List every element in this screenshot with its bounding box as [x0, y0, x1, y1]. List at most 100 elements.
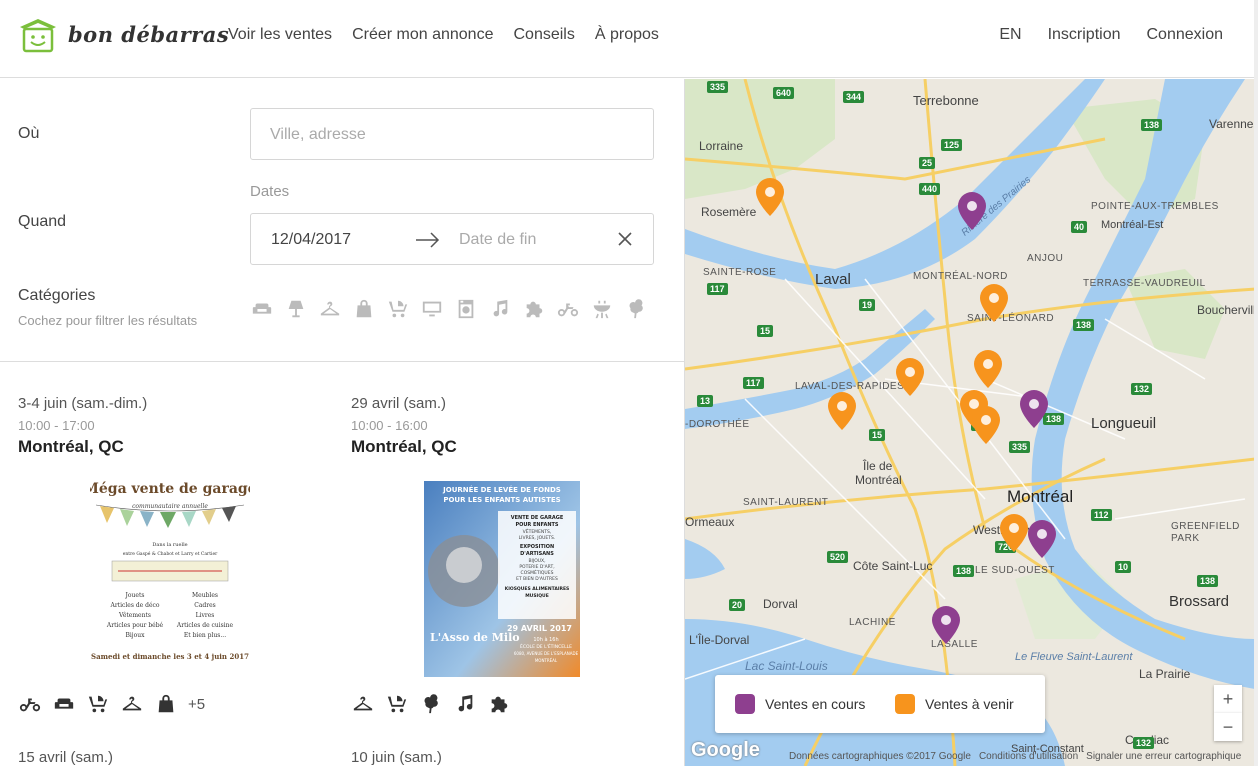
music-note-icon[interactable]: [488, 297, 512, 321]
legend-swatch-upcoming: [895, 694, 915, 714]
sofa-icon[interactable]: [250, 297, 274, 321]
poster-col1-1: Articles de déco: [109, 602, 159, 609]
brand-name[interactable]: bon débarras: [68, 22, 229, 47]
nav-conseils[interactable]: Conseils: [513, 26, 574, 44]
map-pin-current[interactable]: [957, 191, 987, 231]
map-label: Lac Saint-Louis: [745, 659, 828, 673]
listing-poster-image[interactable]: Méga vente de garage communautaire annue…: [90, 475, 250, 671]
listing-city[interactable]: Montréal, QC: [351, 437, 671, 457]
route-shield: 20: [729, 599, 746, 611]
poster-col2-1: Cadres: [194, 602, 216, 609]
poster-title: Méga vente de garage: [90, 481, 250, 497]
route-shield: 138: [1073, 319, 1095, 331]
listing-date: 29 avril (sam.): [351, 395, 447, 412]
route-shield: 13: [697, 395, 714, 407]
account-nav: EN Inscription Connexion: [999, 26, 1223, 44]
attribution-report[interactable]: Signaler une erreur cartographique: [1086, 751, 1241, 762]
map[interactable]: Terrebonne Lorraine Rosemère Laval SAINT…: [684, 79, 1254, 766]
nav-connexion[interactable]: Connexion: [1147, 26, 1224, 44]
poster-hours: 10h à 16h: [533, 636, 558, 643]
end-date-placeholder[interactable]: Date de fin: [459, 231, 536, 249]
nav-language[interactable]: EN: [999, 26, 1021, 44]
monitor-icon[interactable]: [420, 297, 444, 321]
map-label: Longueuil: [1091, 415, 1157, 432]
attribution-terms[interactable]: Conditions d'utilisation: [979, 751, 1078, 762]
nav-creer-annonce[interactable]: Créer mon annonce: [352, 26, 493, 44]
poster-col1-4: Bijoux: [125, 632, 145, 639]
map-label: Montréal-Est: [1101, 219, 1164, 231]
bbq-icon[interactable]: [590, 297, 614, 321]
route-shield: 335: [707, 81, 729, 93]
logo-icon[interactable]: [18, 17, 58, 53]
map-pin-upcoming[interactable]: [973, 349, 1003, 389]
map-pin-upcoming[interactable]: [979, 283, 1009, 323]
map-label: Boucherville: [1197, 303, 1254, 317]
route-shield: 117: [743, 377, 764, 389]
hanger-icon: [122, 696, 142, 711]
map-label: La Prairie: [1139, 667, 1191, 681]
map-label: MONTRÉAL-NORD: [913, 271, 1008, 282]
zoom-out-button[interactable]: −: [1214, 713, 1242, 741]
map-label: GREENFIELD: [1171, 521, 1240, 532]
poster-head2: POUR LES ENFANTS AUTISTES: [443, 496, 560, 504]
map-label: Côte Saint-Luc: [853, 559, 933, 573]
clover-icon[interactable]: [624, 297, 648, 321]
bicycle-icon[interactable]: [556, 297, 580, 321]
music-note-icon: [458, 694, 473, 712]
scrollbar[interactable]: [1254, 0, 1258, 766]
puzzle-icon[interactable]: [522, 297, 546, 321]
route-shield: 117: [707, 283, 728, 295]
map-label: Varennes: [1209, 117, 1254, 131]
stroller-icon: [387, 695, 407, 713]
dates-label: Dates: [250, 183, 290, 200]
where-placeholder: Ville, adresse: [270, 126, 366, 143]
date-range-input[interactable]: 12/04/2017 Date de fin: [250, 213, 654, 265]
nav-inscription[interactable]: Inscription: [1048, 26, 1121, 44]
route-shield: 15: [757, 325, 774, 337]
start-date[interactable]: 12/04/2017: [271, 231, 351, 249]
listing-poster-image[interactable]: JOURNÉE DE LEVÉE DE FONDS POUR LES ENFAN…: [424, 481, 580, 677]
map-pin-upcoming[interactable]: [999, 513, 1029, 553]
route-shield: 138: [1141, 119, 1163, 131]
poster-col1-3: Articles pour bébé: [106, 622, 164, 629]
poster-b11: KIOSQUES ALIMENTAIRES: [505, 586, 570, 592]
zoom-in-button[interactable]: +: [1214, 685, 1242, 713]
nav-a-propos[interactable]: À propos: [595, 26, 659, 44]
hanger-icon[interactable]: [318, 297, 342, 321]
route-shield: 520: [827, 551, 849, 563]
map-pin-upcoming[interactable]: [895, 357, 925, 397]
listing-date: 3-4 juin (sam.-dim.): [18, 395, 148, 412]
listing-card[interactable]: 29 avril (sam.) 10:00 - 16:00 Montréal, …: [351, 395, 671, 457]
categories-hint: Cochez pour filtrer les résultats: [18, 313, 198, 328]
poster-b8: POTERIE D'ART,: [519, 564, 554, 570]
lamp-icon[interactable]: [284, 297, 308, 321]
google-logo[interactable]: Google: [691, 739, 760, 762]
where-input[interactable]: Ville, adresse: [250, 108, 654, 160]
map-label: -DOROTHÉE: [685, 419, 750, 430]
poster-b6: D'ARTISANS: [520, 551, 554, 557]
search-panel: Où Ville, adresse Dates Quand 12/04/2017…: [0, 79, 684, 766]
map-label: Terrebonne: [913, 93, 979, 108]
bag-icon[interactable]: [352, 297, 376, 321]
map-pin-upcoming[interactable]: [971, 405, 1001, 445]
listing-card[interactable]: 3-4 juin (sam.-dim.) 10:00 - 17:00 Montr…: [18, 395, 338, 457]
map-pin-current[interactable]: [931, 605, 961, 645]
listing-time: 10:00 - 17:00: [18, 418, 95, 433]
map-pin-upcoming[interactable]: [755, 177, 785, 217]
listing-card[interactable]: 15 avril (sam.): [18, 749, 338, 766]
listing-city[interactable]: Montréal, QC: [18, 437, 338, 457]
map-pin-upcoming[interactable]: [827, 391, 857, 431]
washer-icon[interactable]: [454, 297, 478, 321]
stroller-icon[interactable]: [386, 297, 410, 321]
legend-upcoming: Ventes à venir: [895, 694, 1014, 714]
map-label: TERRASSE-VAUDREUIL: [1083, 278, 1206, 289]
map-label: Île de: [863, 459, 893, 473]
divider: [0, 361, 684, 362]
listing-card[interactable]: 10 juin (sam.): [351, 749, 671, 766]
map-label: L'Île-Dorval: [689, 633, 750, 647]
map-pin-current[interactable]: [1027, 519, 1057, 559]
route-shield: 138: [953, 565, 975, 577]
map-pin-current[interactable]: [1019, 389, 1049, 429]
close-icon[interactable]: [617, 231, 633, 247]
nav-voir-ventes[interactable]: Voir les ventes: [228, 26, 332, 44]
